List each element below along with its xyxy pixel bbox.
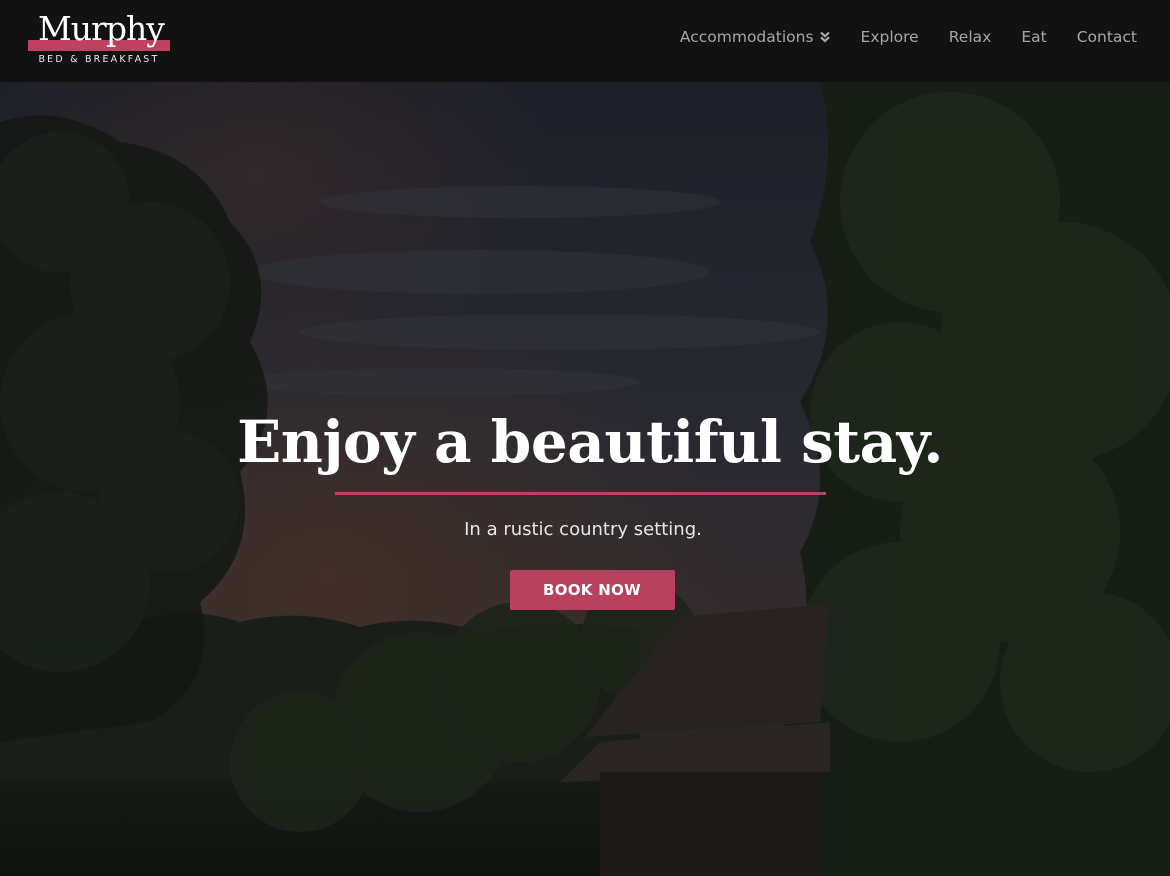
hero-section: Enjoy a beautiful stay. In a rustic coun… (0, 82, 1170, 876)
nav-item-relax[interactable]: Relax (949, 26, 992, 48)
book-now-button[interactable]: BOOK NOW (509, 570, 675, 610)
nav-item-explore[interactable]: Explore (861, 26, 919, 48)
hero-content: Enjoy a beautiful stay. In a rustic coun… (0, 407, 1170, 610)
hero-divider (334, 492, 826, 495)
logo-tagline: BED & BREAKFAST (38, 54, 160, 65)
nav-item-label: Accommodations (679, 28, 814, 46)
double-chevron-down-icon (819, 31, 830, 43)
nav-item-accommodations[interactable]: Accommodations (680, 26, 831, 48)
nav-item-contact[interactable]: Contact (1077, 26, 1137, 48)
brand-logo[interactable]: Murphy BED & BREAKFAST (28, 10, 170, 68)
main-nav: Accommodations Explore Relax Eat Contact (680, 26, 1137, 48)
logo-name: Murphy (38, 9, 165, 48)
nav-item-eat[interactable]: Eat (1021, 26, 1046, 48)
navbar: Murphy BED & BREAKFAST Accommodations Ex… (0, 0, 1170, 82)
hero-title: Enjoy a beautiful stay. (237, 408, 943, 476)
hero-subtitle: In a rustic country setting. (464, 519, 702, 540)
